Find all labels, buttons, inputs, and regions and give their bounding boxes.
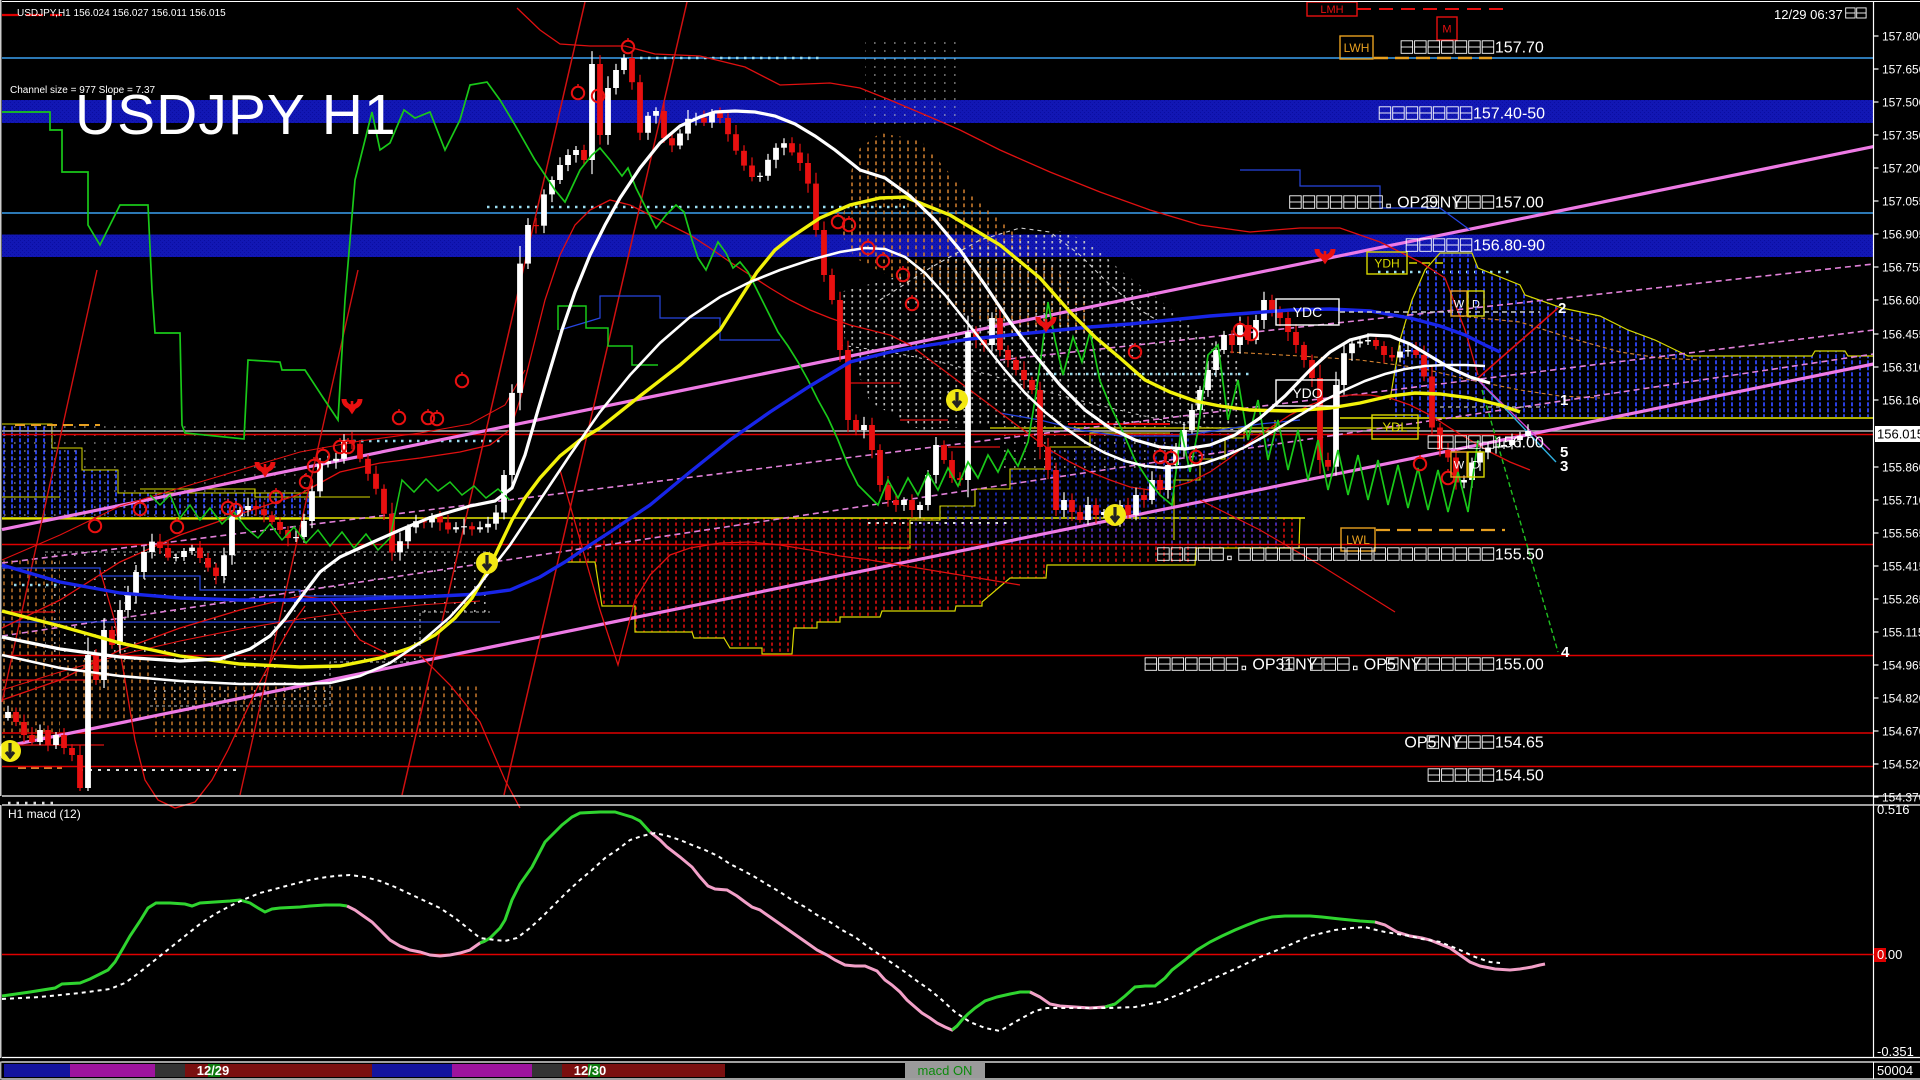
svg-text:157.40-50: 157.40-50 (1473, 105, 1545, 122)
svg-text:155.00: 155.00 (1495, 656, 1544, 673)
svg-text:156.605: 156.605 (1882, 294, 1920, 308)
svg-text:155.565: 155.565 (1882, 527, 1920, 541)
svg-text:D: D (1472, 299, 1480, 311)
svg-text:156.00: 156.00 (1495, 434, 1544, 451)
svg-text:154.520: 154.520 (1882, 758, 1920, 772)
svg-text:154.965: 154.965 (1882, 659, 1920, 673)
svg-text:155.115: 155.115 (1882, 626, 1920, 640)
svg-text:W: W (1454, 299, 1465, 311)
svg-text:LMH: LMH (1320, 4, 1343, 16)
svg-text:YDC: YDC (1293, 304, 1323, 320)
svg-text:50004: 50004 (1877, 1063, 1913, 1078)
svg-text:12/30: 12/30 (574, 1063, 607, 1078)
svg-text:OP5: OP5 (1404, 734, 1436, 751)
svg-text:157.500: 157.500 (1882, 96, 1920, 110)
svg-text:LWL: LWL (1346, 533, 1370, 547)
svg-text:157.055: 157.055 (1882, 195, 1920, 209)
svg-text:154.670: 154.670 (1882, 725, 1920, 739)
svg-text:156.455: 156.455 (1882, 328, 1920, 342)
svg-text:-0.351: -0.351 (1877, 1044, 1914, 1059)
svg-text:155.710: 155.710 (1882, 494, 1920, 508)
svg-text:USDJPY H1: USDJPY H1 (75, 83, 397, 147)
svg-text:157.650: 157.650 (1882, 63, 1920, 77)
svg-text:156.905: 156.905 (1882, 228, 1920, 242)
svg-text:156.310: 156.310 (1882, 361, 1920, 375)
svg-text:155.860: 155.860 (1882, 461, 1920, 475)
svg-text:4: 4 (1561, 644, 1570, 661)
svg-text:OP29: OP29 (1397, 194, 1438, 211)
svg-text:D: D (1472, 460, 1480, 472)
svg-text:USDJPY,H1 156.024 156.027 156: USDJPY,H1 156.024 156.027 156.011 156.01… (17, 8, 226, 19)
svg-text:OP5: OP5 (1364, 656, 1396, 673)
svg-text:1: 1 (1560, 392, 1568, 409)
svg-text:3: 3 (1560, 458, 1568, 475)
svg-text:156.755: 156.755 (1882, 261, 1920, 275)
svg-text:157.800: 157.800 (1882, 30, 1920, 44)
svg-text:156.160: 156.160 (1882, 394, 1920, 408)
svg-text:12/29 06:37: 12/29 06:37 (1774, 7, 1843, 22)
svg-text:NY: NY (1440, 194, 1463, 211)
svg-text:155.415: 155.415 (1882, 560, 1920, 574)
svg-text:LWH: LWH (1344, 41, 1370, 55)
svg-text:W: W (1454, 460, 1465, 472)
svg-text:YDL: YDL (1382, 420, 1407, 435)
svg-text:154.50: 154.50 (1495, 767, 1544, 784)
svg-text:157.350: 157.350 (1882, 129, 1920, 143)
svg-text:155.50: 155.50 (1495, 546, 1544, 563)
svg-text:156.015: 156.015 (1877, 427, 1920, 442)
svg-text:154.820: 154.820 (1882, 692, 1920, 706)
svg-text:0.516: 0.516 (1877, 802, 1910, 817)
svg-text:NY: NY (1295, 656, 1318, 673)
svg-text:NY: NY (1440, 734, 1463, 751)
svg-text:155.265: 155.265 (1882, 593, 1920, 607)
svg-text:157.00: 157.00 (1495, 194, 1544, 211)
svg-text:YDO: YDO (1292, 385, 1322, 401)
svg-text:157.200: 157.200 (1882, 162, 1920, 176)
svg-text:154.65: 154.65 (1495, 734, 1544, 751)
svg-text:NY: NY (1399, 656, 1422, 673)
svg-text:2: 2 (1558, 300, 1566, 317)
svg-text:156.80-90: 156.80-90 (1473, 237, 1545, 254)
svg-text:12/29: 12/29 (197, 1063, 230, 1078)
svg-text:157.70: 157.70 (1495, 39, 1544, 56)
svg-text:OP31: OP31 (1252, 656, 1293, 673)
svg-text:M: M (1442, 24, 1451, 36)
svg-text:macd ON: macd ON (918, 1063, 973, 1078)
svg-text:H1 macd (12): H1 macd (12) (8, 807, 81, 821)
svg-text:YDH: YDH (1374, 256, 1399, 270)
svg-text:0.00: 0.00 (1877, 947, 1902, 962)
